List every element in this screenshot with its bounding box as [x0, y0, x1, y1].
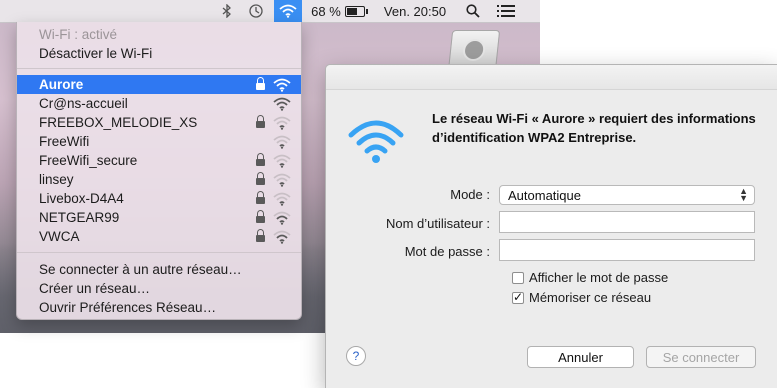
- lock-icon: [256, 190, 265, 206]
- notification-center-icon[interactable]: [494, 0, 518, 22]
- connect-button[interactable]: Se connecter: [646, 346, 756, 368]
- time-machine-icon[interactable]: [246, 0, 266, 22]
- network-item[interactable]: FreeWifi: [17, 132, 301, 151]
- signal-strength-icon: [273, 211, 291, 225]
- wifi-status: Wi-Fi : activé: [39, 27, 118, 42]
- menu-divider: [17, 252, 301, 253]
- mode-label: Mode :: [450, 187, 490, 202]
- signal-strength-icon: [273, 173, 291, 187]
- network-item[interactable]: FREEBOX_MELODIE_XS: [17, 113, 301, 132]
- wifi-large-icon: [348, 115, 404, 167]
- signal-strength-icon: [273, 154, 291, 168]
- network-name: FREEBOX_MELODIE_XS: [39, 115, 198, 130]
- password-field[interactable]: [499, 239, 755, 261]
- mode-select[interactable]: Automatique ▲ ▼: [499, 185, 755, 205]
- lock-icon: [256, 76, 265, 92]
- remember-network-row: Mémoriser ce réseau: [512, 290, 651, 305]
- network-name: FreeWifi_secure: [39, 153, 138, 168]
- menu-divider: [17, 68, 301, 69]
- network-name: VWCA: [39, 229, 80, 244]
- battery-icon: [344, 5, 368, 17]
- show-password-row: Afficher le mot de passe: [512, 270, 668, 285]
- clock-text: Ven. 20:50: [383, 3, 447, 19]
- wpa2-enterprise-dialog: Le réseau Wi-Fi « Aurore » requiert des …: [325, 64, 777, 388]
- network-name: linsey: [39, 172, 74, 187]
- wifi-icon[interactable]: [274, 0, 302, 22]
- username-label: Nom d’utilisateur :: [385, 216, 490, 231]
- dialog-titlebar[interactable]: [326, 65, 777, 90]
- cancel-button[interactable]: Annuler: [527, 346, 634, 368]
- network-item[interactable]: Livebox-D4A4: [17, 189, 301, 208]
- network-name: Cr@ns-accueil: [39, 96, 128, 111]
- signal-strength-icon: [273, 135, 291, 149]
- mode-value: Automatique: [508, 187, 581, 203]
- network-item[interactable]: Aurore: [17, 75, 301, 94]
- network-name: FreeWifi: [39, 134, 90, 149]
- signal-strength-icon: [273, 230, 291, 244]
- show-password-checkbox[interactable]: [512, 271, 524, 284]
- network-item[interactable]: Cr@ns-accueil: [17, 94, 301, 113]
- signal-strength-icon: [273, 97, 291, 111]
- password-label: Mot de passe :: [404, 244, 490, 259]
- connect-other-network-item[interactable]: Se connecter à un autre réseau…: [17, 260, 301, 279]
- lock-icon: [256, 152, 265, 168]
- signal-strength-icon: [273, 116, 291, 130]
- battery-percent: 68 %: [311, 3, 341, 19]
- wifi-menu: Wi-Fi : activé Désactiver le Wi-Fi Auror…: [16, 22, 302, 320]
- network-item[interactable]: VWCA: [17, 227, 301, 246]
- select-arrows-icon: ▲ ▼: [739, 186, 748, 203]
- create-network-item[interactable]: Créer un réseau…: [17, 279, 301, 298]
- toggle-wifi-item[interactable]: Désactiver le Wi-Fi: [17, 44, 301, 63]
- show-password-label: Afficher le mot de passe: [529, 270, 669, 285]
- network-name: NETGEAR99: [39, 210, 120, 225]
- dialog-message: Le réseau Wi-Fi « Aurore » requiert des …: [432, 111, 756, 145]
- lock-icon: [256, 171, 265, 187]
- network-name: Livebox-D4A4: [39, 191, 124, 206]
- open-network-preferences-item[interactable]: Ouvrir Préférences Réseau…: [17, 298, 301, 317]
- signal-strength-icon: [273, 192, 291, 206]
- remember-network-checkbox[interactable]: [512, 290, 524, 304]
- help-button[interactable]: ?: [346, 346, 366, 366]
- bluetooth-icon[interactable]: [218, 0, 236, 22]
- battery-indicator[interactable]: 68 %: [308, 0, 368, 22]
- network-item[interactable]: linsey: [17, 170, 301, 189]
- network-item[interactable]: FreeWifi_secure: [17, 151, 301, 170]
- remember-network-label: Mémoriser ce réseau: [529, 290, 652, 305]
- network-name: Aurore: [39, 77, 84, 92]
- clock[interactable]: Ven. 20:50: [378, 0, 452, 22]
- username-field[interactable]: [499, 211, 755, 233]
- lock-icon: [256, 209, 265, 225]
- network-item[interactable]: NETGEAR99: [17, 208, 301, 227]
- spotlight-icon[interactable]: [462, 0, 484, 22]
- signal-strength-icon: [273, 78, 291, 92]
- menubar: 68 % Ven. 20:50: [0, 0, 540, 23]
- lock-icon: [256, 228, 265, 244]
- lock-icon: [256, 114, 265, 130]
